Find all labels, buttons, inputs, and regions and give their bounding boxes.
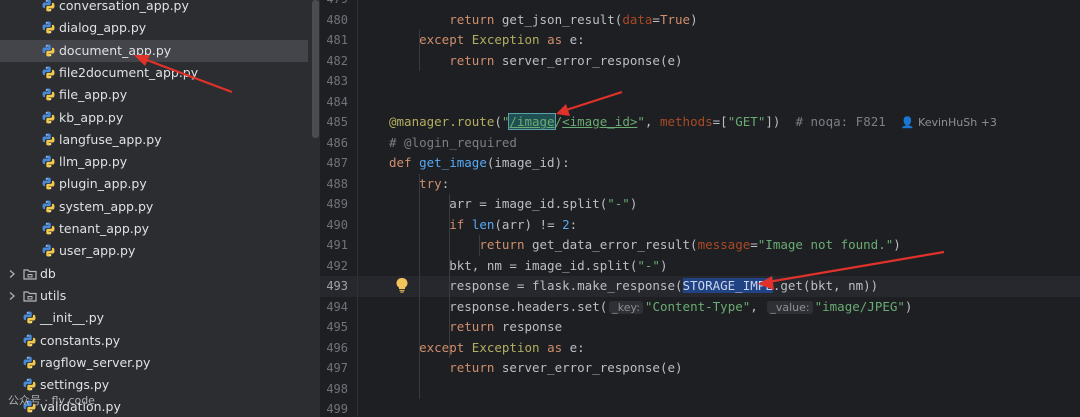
tree-item-label: file_app.py — [59, 87, 128, 103]
line-number: 489 — [326, 197, 348, 211]
tree-item-label: user_app.py — [59, 243, 136, 259]
tree-folder-item[interactable]: utils — [0, 285, 308, 307]
folder-icon — [23, 291, 37, 302]
code-line[interactable]: response = flask.make_response(STORAGE_I… — [389, 278, 878, 293]
tree-item-label: tenant_app.py — [59, 221, 150, 236]
indent-guide — [419, 173, 420, 399]
tree-item-label: file2document_app.py — [59, 64, 199, 80]
code-line[interactable]: @manager.route("/image/<image_id>", meth… — [389, 113, 997, 130]
tree-file-item[interactable]: langfuse_app.py — [0, 129, 308, 151]
tree-file-item[interactable]: file2document_app.py — [0, 62, 308, 84]
line-number: 499 — [326, 402, 348, 416]
python-file-icon — [42, 0, 55, 12]
python-file-icon — [23, 356, 36, 369]
tree-file-item[interactable]: file_app.py — [0, 84, 308, 106]
chevron-right-icon[interactable] — [7, 269, 17, 279]
tree-item-label: system_app.py — [59, 198, 154, 214]
tree-file-item[interactable]: document_app.py — [0, 39, 308, 62]
indent-guide — [449, 194, 450, 358]
line-number: 483 — [326, 74, 348, 88]
tree-file-item[interactable]: tenant_app.py — [0, 218, 308, 240]
tree-item-label: document_app.py — [59, 42, 172, 58]
code-line[interactable]: return get_json_result(data=True) — [389, 12, 697, 27]
python-file-icon — [23, 334, 36, 346]
tree-file-item[interactable]: plugin_app.py — [0, 173, 308, 195]
line-number: 493 — [326, 279, 348, 293]
code-line[interactable]: response.headers.set(_key: "Content-Type"… — [389, 299, 912, 314]
code-editor[interactable]: 479 480 return get_json_result(data=True)… — [320, 0, 1080, 417]
line-number: 481 — [326, 33, 348, 47]
tree-item-label: dialog_app.py — [59, 20, 147, 36]
tree-file-item[interactable]: __init__.py — [0, 307, 308, 329]
watermark: 公众号 · fly code — [8, 394, 95, 407]
tree-scrollbar-thumb[interactable] — [312, 0, 319, 138]
code-line[interactable]: return server_error_response(e) — [389, 53, 682, 68]
tree-file-item[interactable]: ragflow_server.py — [0, 352, 308, 374]
indent-guide — [479, 235, 480, 256]
python-file-icon — [42, 200, 55, 213]
code-line[interactable]: # @login_required — [389, 135, 517, 150]
code-line[interactable]: def get_image(image_id): — [389, 155, 570, 170]
tree-item-label: utils — [40, 287, 67, 303]
tree-item-label: langfuse_app.py — [59, 131, 162, 147]
tree-item-label: settings.py — [40, 377, 110, 393]
tree-item-label: kb_app.py — [59, 109, 124, 125]
tree-file-item[interactable]: system_app.py — [0, 196, 308, 218]
tree-file-item[interactable]: user_app.py — [0, 240, 308, 262]
code-line[interactable]: return get_data_error_result(message="Im… — [389, 237, 900, 252]
tree-item-label: db — [40, 265, 56, 281]
tree-item-label: __init__.py — [40, 310, 105, 326]
python-file-icon — [42, 88, 55, 101]
python-file-icon — [42, 222, 55, 235]
line-number: 498 — [326, 381, 348, 396]
folder-icon — [23, 268, 37, 280]
line-number: 484 — [326, 94, 348, 109]
project-tree[interactable]: conversation_app.py dialog_app.py document… — [0, 0, 312, 417]
python-file-icon — [42, 66, 55, 79]
python-file-icon — [23, 378, 36, 391]
python-file-icon — [42, 155, 55, 168]
code-line[interactable]: arr = image_id.split("-") — [389, 196, 637, 211]
code-line[interactable]: if len(arr) != 2: — [389, 217, 577, 232]
line-number: 485 — [326, 115, 348, 129]
tree-folder-item[interactable]: db — [0, 263, 308, 285]
tree-file-item[interactable]: kb_app.py — [0, 107, 308, 129]
indent-guide — [419, 30, 420, 71]
code-line[interactable]: bkt, nm = image_id.split("-") — [389, 258, 667, 273]
tree-file-item[interactable]: conversation_app.py — [0, 0, 308, 17]
chevron-right-icon[interactable] — [7, 291, 17, 301]
tree-item-label: ragflow_server.py — [40, 354, 151, 370]
code-line[interactable]: return server_error_response(e) — [389, 360, 682, 375]
tree-item-label: conversation_app.py — [59, 0, 189, 13]
tree-item-label: constants.py — [40, 332, 121, 348]
line-number: 495 — [326, 320, 348, 334]
line-number: 488 — [326, 176, 348, 191]
tree-file-item[interactable]: llm_app.py — [0, 151, 308, 173]
line-number: 479 — [320, 0, 348, 6]
tree-item-label: plugin_app.py — [59, 176, 147, 192]
line-number: 482 — [326, 53, 348, 68]
line-number: 497 — [326, 361, 348, 375]
tree-file-item[interactable]: dialog_app.py — [0, 17, 308, 39]
python-file-icon — [42, 177, 55, 190]
line-number: 491 — [326, 238, 348, 252]
python-file-icon — [42, 21, 55, 34]
gutter-separator — [357, 0, 358, 417]
line-number: 496 — [326, 340, 348, 355]
python-file-icon — [42, 111, 55, 123]
python-file-icon — [42, 44, 55, 57]
line-number: 487 — [326, 156, 348, 170]
python-file-icon — [42, 133, 55, 146]
python-file-icon — [23, 311, 36, 324]
line-number: 494 — [326, 299, 348, 314]
tree-file-item[interactable]: constants.py — [0, 330, 308, 352]
line-number: 490 — [326, 217, 348, 232]
line-number: 480 — [326, 12, 348, 27]
code-line[interactable]: return response — [389, 319, 562, 334]
tree-item-label: llm_app.py — [59, 154, 128, 170]
line-number: 492 — [326, 258, 348, 273]
ide-window: conversation_app.py dialog_app.py document… — [0, 0, 1080, 417]
python-file-icon — [42, 244, 55, 257]
line-number: 486 — [326, 135, 348, 150]
